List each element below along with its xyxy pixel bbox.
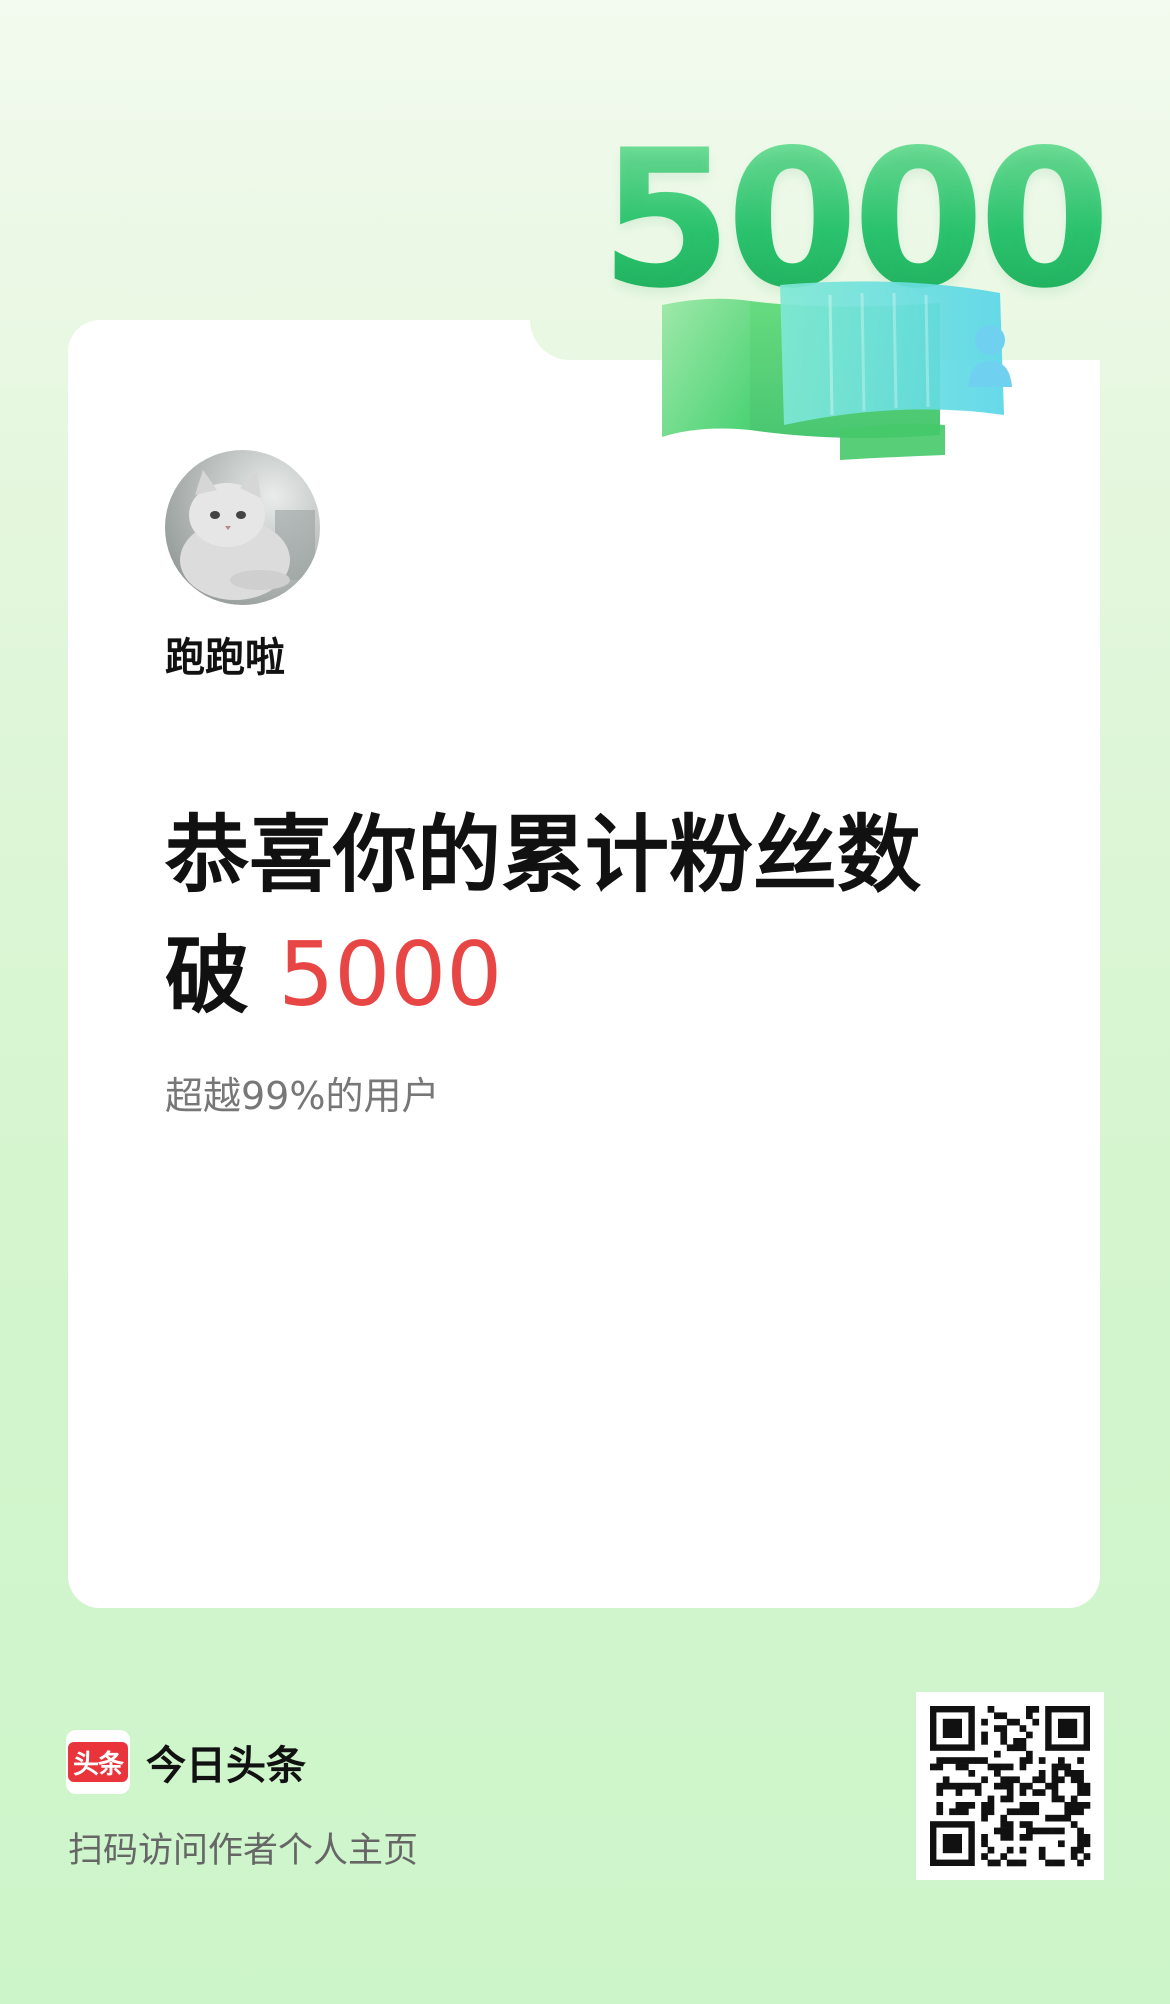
headline-line2: 破 5000	[165, 915, 1045, 1036]
toutiao-logo-icon: 头条	[66, 1730, 130, 1794]
logo-text: 头条	[68, 1742, 128, 1782]
qr-code-graphic	[930, 1706, 1091, 1867]
scan-hint: 扫码访问作者个人主页	[68, 1831, 419, 1871]
milestone-badge: 5000	[600, 125, 1111, 475]
username: 跑跑啦	[165, 635, 285, 681]
brand-logo-row: 头条 今日头条	[66, 1730, 306, 1794]
avatar	[165, 450, 320, 605]
percentile-text: 超越99%的用户	[165, 1074, 440, 1118]
headline: 恭喜你的累计粉丝数 破 5000	[165, 795, 1045, 1036]
headline-line1: 恭喜你的累计粉丝数	[165, 806, 922, 904]
brand-name: 今日头条	[146, 1743, 306, 1789]
qr-code-icon[interactable]	[916, 1692, 1104, 1880]
follower-count: 5000	[278, 923, 503, 1026]
cat-avatar-icon	[165, 450, 320, 605]
ribbon-decoration-icon	[662, 281, 1012, 460]
headline-prefix: 破	[165, 927, 250, 1025]
